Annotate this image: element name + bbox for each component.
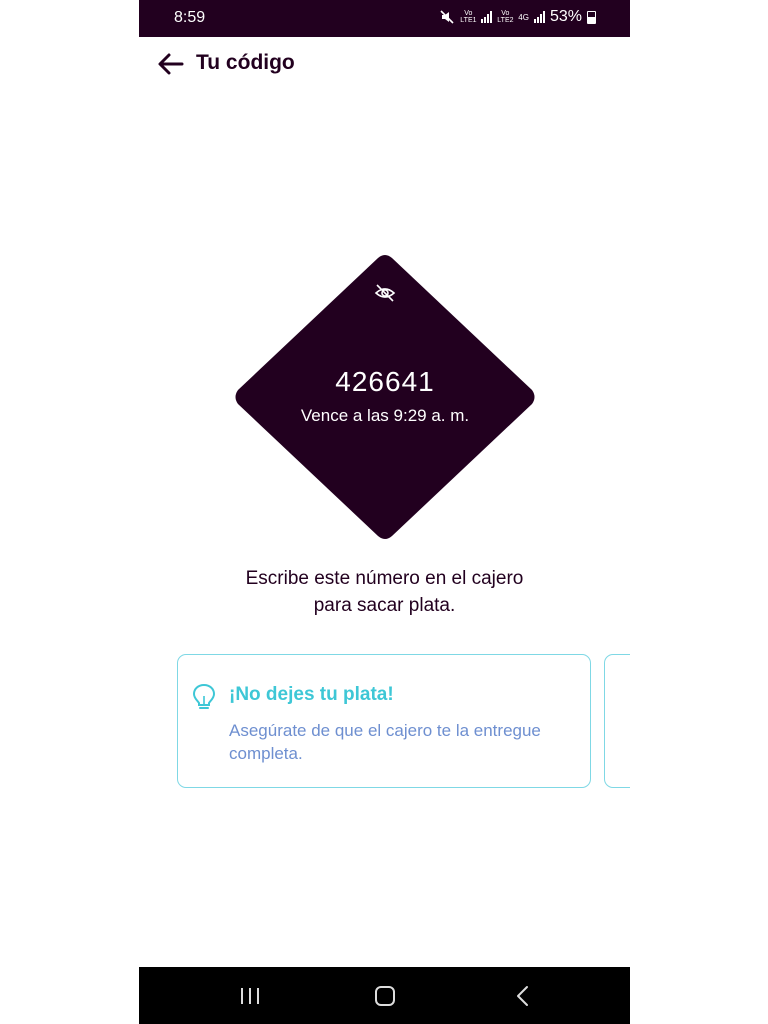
signal-1-icon [481,11,493,23]
instruction-text: Escribe este número en el cajero para sa… [199,565,570,619]
back-button[interactable] [155,49,187,79]
sim1-label: Vo LTE1 [460,10,477,24]
signal-2-icon [533,11,545,23]
mute-icon [440,10,454,24]
toggle-visibility-button[interactable] [373,281,397,305]
sim2-label: Vo LTE2 [497,10,514,24]
tip-body: Asegúrate de que el cajero te la entregu… [229,721,541,763]
instruction-line-2: para sacar plata. [313,595,456,616]
battery-icon [587,10,596,24]
home-button[interactable] [365,982,405,1010]
status-time: 8:59 [174,9,206,26]
system-nav-bar [139,967,630,1024]
battery-percent: 53% [549,8,582,25]
status-icons: Vo LTE1 Vo LTE2 4G 53% [439,8,596,26]
instruction-line-1: Escribe este número en el cajero [245,568,524,589]
tip-title: ¡No dejes tu plata! [229,684,394,705]
next-tip-card[interactable] [604,654,630,788]
recents-button[interactable] [230,982,270,1010]
withdrawal-code: 426641 [335,366,435,397]
code-expiry: Vence a las 9:29 a. m. [300,406,470,425]
arrow-left-icon [158,53,184,75]
lightbulb-icon [192,683,216,709]
tip-card[interactable]: ¡No dejes tu plata! Asegúrate de que el … [177,654,591,788]
network-label: 4G [518,12,529,22]
phone-screen: 8:59 Vo LTE1 Vo LTE2 4G 53% Tu código 42… [139,0,630,1024]
eye-off-icon [374,284,396,302]
recents-icon [241,988,259,1004]
code-card: 426641 Vence a las 9:29 a. m. [233,255,537,539]
app-header: Tu código [139,37,630,91]
status-bar: 8:59 Vo LTE1 Vo LTE2 4G 53% [139,0,630,37]
back-chevron-icon [517,986,528,1006]
page-title: Tu código [196,51,295,74]
system-back-button[interactable] [503,982,543,1010]
home-icon [375,986,395,1006]
